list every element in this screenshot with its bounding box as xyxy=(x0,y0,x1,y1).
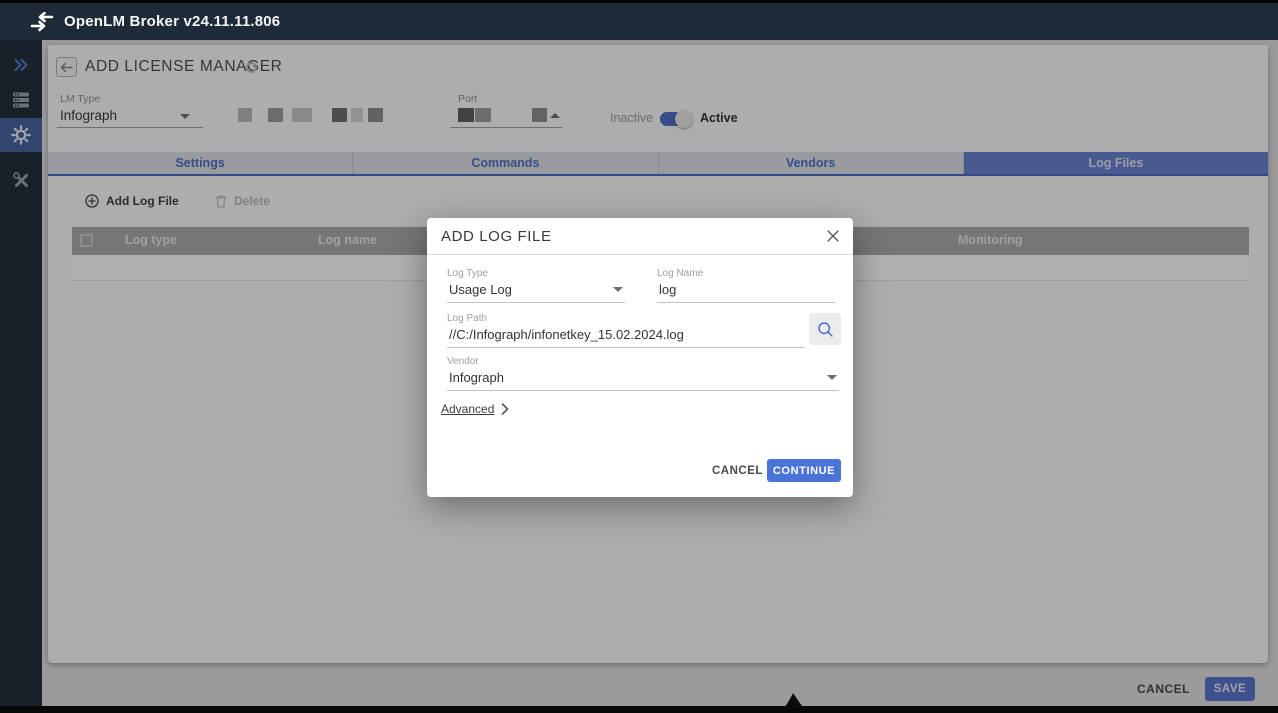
chevron-down-icon xyxy=(613,287,623,292)
close-icon[interactable] xyxy=(825,228,841,244)
log-name-label: Log Name xyxy=(657,268,835,279)
chevron-right-icon xyxy=(501,403,509,415)
log-name-input[interactable] xyxy=(659,282,833,297)
log-path-field: Log Path xyxy=(447,313,805,348)
log-path-label: Log Path xyxy=(447,313,805,324)
dialog-header: ADD LOG FILE xyxy=(427,218,853,255)
advanced-label: Advanced xyxy=(441,402,494,416)
advanced-link[interactable]: Advanced xyxy=(441,402,509,416)
mouse-cursor xyxy=(780,693,804,709)
bottom-black-strip xyxy=(0,706,1278,713)
log-type-select[interactable]: Log Type Usage Log xyxy=(447,268,625,303)
search-icon xyxy=(817,321,834,338)
log-type-value: Usage Log xyxy=(449,282,512,297)
vendor-value: Infograph xyxy=(449,370,504,385)
chevron-down-icon xyxy=(827,375,837,380)
vendor-select[interactable]: Vendor Infograph xyxy=(447,356,839,391)
openlm-logo-icon xyxy=(30,12,54,32)
log-type-label: Log Type xyxy=(447,268,625,279)
add-log-file-dialog: ADD LOG FILE Log Type Usage Log Log Name… xyxy=(427,218,853,497)
browse-log-path-button[interactable] xyxy=(809,313,841,345)
dialog-title: ADD LOG FILE xyxy=(441,228,552,245)
app-top-bar: OpenLM Broker v24.11.11.806 xyxy=(0,0,1278,40)
dialog-continue-button[interactable]: CONTINUE xyxy=(767,459,841,482)
log-path-input[interactable] xyxy=(449,327,803,342)
vendor-label: Vendor xyxy=(447,356,839,367)
log-name-field: Log Name xyxy=(657,268,835,303)
app-title: OpenLM Broker v24.11.11.806 xyxy=(64,3,280,40)
dialog-cancel-button[interactable]: CANCEL xyxy=(712,465,763,477)
